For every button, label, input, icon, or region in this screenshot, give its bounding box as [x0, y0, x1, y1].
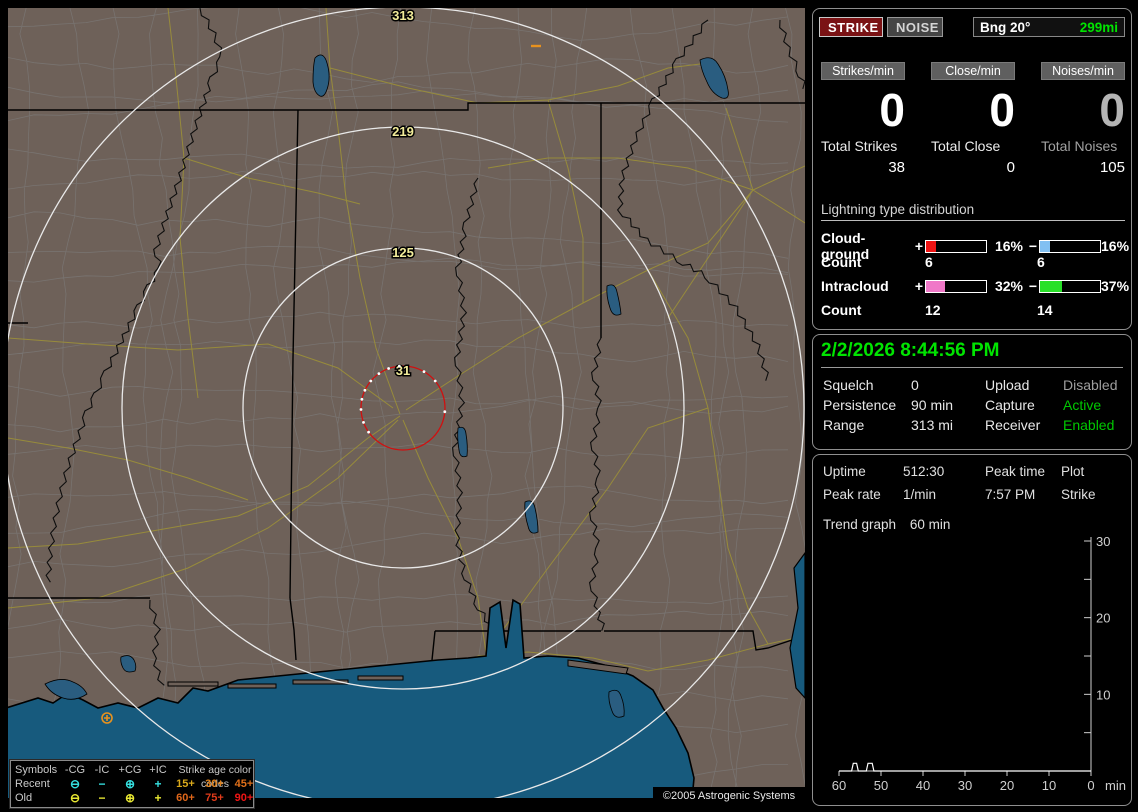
age-30-label: 30+	[205, 778, 224, 790]
bearing-value: Bng 20°	[980, 19, 1031, 35]
total-strikes-value: 38	[888, 159, 905, 176]
svg-text:0: 0	[1087, 778, 1094, 793]
ic-negative-bar	[1039, 279, 1101, 293]
upload-status: Disabled	[1063, 377, 1118, 393]
receiver-label: Receiver	[985, 417, 1041, 433]
total-noises-value: 105	[1099, 159, 1125, 176]
ic-positive-pct: 32%	[994, 278, 1023, 294]
strikes-per-min-value: 0	[879, 84, 905, 136]
old-pos-ic-icon: +	[154, 791, 162, 805]
ring-label-219: 219	[392, 124, 414, 139]
capture-label: Capture	[985, 397, 1035, 413]
age-60-label: 60+	[176, 792, 195, 804]
total-noises-label: Total Noises	[1041, 138, 1118, 154]
persistence-label: Persistence	[823, 397, 897, 413]
distribution-title: Lightning type distribution	[821, 202, 1125, 221]
ic-positive-bar	[925, 279, 987, 293]
range-value: 313 mi	[911, 417, 954, 433]
strikes-counter-column: Strikes/min 0 Total Strikes 38	[821, 62, 905, 176]
age-45-label: 45+	[234, 778, 254, 790]
ring-label-31: 31	[396, 363, 410, 378]
minus-sign: −	[1028, 278, 1038, 294]
receiver-status: Enabled	[1063, 417, 1115, 433]
age-15-label: 15+	[176, 778, 195, 790]
close-per-min-value: 0	[989, 84, 1015, 136]
cg-count-label: Count	[821, 254, 862, 270]
noises-per-min-chip: Noises/min	[1041, 62, 1125, 80]
range-label: Range	[823, 417, 865, 433]
capture-status: Active	[1063, 397, 1102, 413]
svg-text:50: 50	[874, 778, 888, 793]
bearing-range-display: Bng 20° 299mi	[973, 17, 1125, 37]
trend-graph: 60 50 40 30 20 10 0 min 10 20 30	[832, 534, 1126, 793]
range-to-storm-value: 299mi	[1079, 19, 1118, 35]
recent-neg-cg-icon: ⊖	[69, 777, 81, 791]
recent-neg-ic-icon: −	[98, 777, 106, 791]
total-close-label: Total Close	[931, 138, 1001, 154]
plus-sign: +	[914, 278, 924, 294]
cg-positive-bar	[925, 239, 987, 253]
ic-count-label: Count	[821, 302, 862, 318]
trend-series-Strike	[839, 762, 1091, 772]
trend-panel: Uptime 512:30 Peak time Plot Peak rate 1…	[812, 454, 1132, 806]
svg-text:30: 30	[1096, 534, 1110, 549]
svg-text:min: min	[1105, 778, 1126, 793]
ring-label-125: 125	[392, 245, 414, 260]
ic-negative-count: 14	[1037, 302, 1053, 318]
svg-text:40: 40	[916, 778, 930, 793]
svg-text:10: 10	[1096, 687, 1110, 702]
upload-label: Upload	[985, 377, 1030, 393]
cg-negative-bar	[1039, 239, 1101, 253]
cg-positive-pct: 16%	[994, 238, 1023, 254]
strike-stats-panel: STRIKE NOISE Bng 20° 299mi Strikes/min 0…	[812, 8, 1132, 330]
strike-mode-button[interactable]: STRIKE	[819, 17, 883, 37]
recent-pos-ic-icon: +	[154, 777, 162, 791]
svg-text:30: 30	[958, 778, 972, 793]
lightning-type-distribution: Lightning type distribution Cloud-ground…	[821, 202, 1130, 318]
close-counter-column: Close/min 0 Total Close 0	[931, 62, 1015, 176]
old-pos-cg-icon: ⊕	[124, 791, 136, 805]
svg-text:60: 60	[832, 778, 846, 793]
age-90-label: 90+	[234, 792, 254, 804]
legend-recent-label: Recent	[15, 778, 50, 790]
squelch-value: 0	[911, 377, 919, 393]
map-canvas: 313 219 125 31	[8, 8, 805, 798]
close-per-min-chip: Close/min	[931, 62, 1015, 80]
plus-sign: +	[914, 238, 924, 254]
ring-label-313: 313	[392, 8, 414, 23]
radar-map[interactable]: 313 219 125 31 Symbols -CG -IC +CG +IC Stri…	[8, 8, 805, 809]
legend-old-label: Old	[15, 792, 33, 804]
copyright-notice: ©2005 Astrogenic Systems	[653, 787, 805, 806]
ic-negative-pct: 37%	[1101, 278, 1130, 294]
strikes-per-min-chip: Strikes/min	[821, 62, 905, 80]
ic-positive-count: 12	[925, 302, 941, 318]
noise-mode-button[interactable]: NOISE	[887, 17, 943, 37]
recent-pos-cg-icon: ⊕	[124, 777, 136, 791]
cg-positive-count: 6	[925, 254, 933, 270]
lightning-tracker-window: { "map": { "rings": { "center": {"x": 39…	[0, 0, 1138, 812]
total-strikes-label: Total Strikes	[821, 138, 898, 154]
age-75-label: 75+	[205, 792, 224, 804]
intracloud-label: Intracloud	[821, 278, 889, 294]
datetime-display: 2/2/2026 8:44:56 PM	[821, 340, 1123, 368]
cg-negative-count: 6	[1037, 254, 1045, 270]
total-close-value: 0	[1006, 159, 1015, 176]
old-neg-cg-icon: ⊖	[69, 791, 81, 805]
cg-negative-pct: 16%	[1101, 238, 1130, 254]
persistence-value: 90 min	[911, 397, 954, 413]
squelch-label: Squelch	[823, 377, 874, 393]
map-legend: Symbols -CG -IC +CG +IC Strike age color…	[9, 759, 255, 809]
svg-text:10: 10	[1042, 778, 1056, 793]
svg-text:20: 20	[1096, 611, 1110, 626]
minus-sign: −	[1028, 238, 1038, 254]
noises-counter-column: Noises/min 0 Total Noises 105	[1041, 62, 1125, 176]
svg-text:20: 20	[1000, 778, 1014, 793]
status-panel: 2/2/2026 8:44:56 PM Squelch 0 Upload Dis…	[812, 334, 1132, 450]
noises-per-min-value: 0	[1099, 84, 1125, 136]
old-neg-ic-icon: −	[98, 791, 106, 805]
